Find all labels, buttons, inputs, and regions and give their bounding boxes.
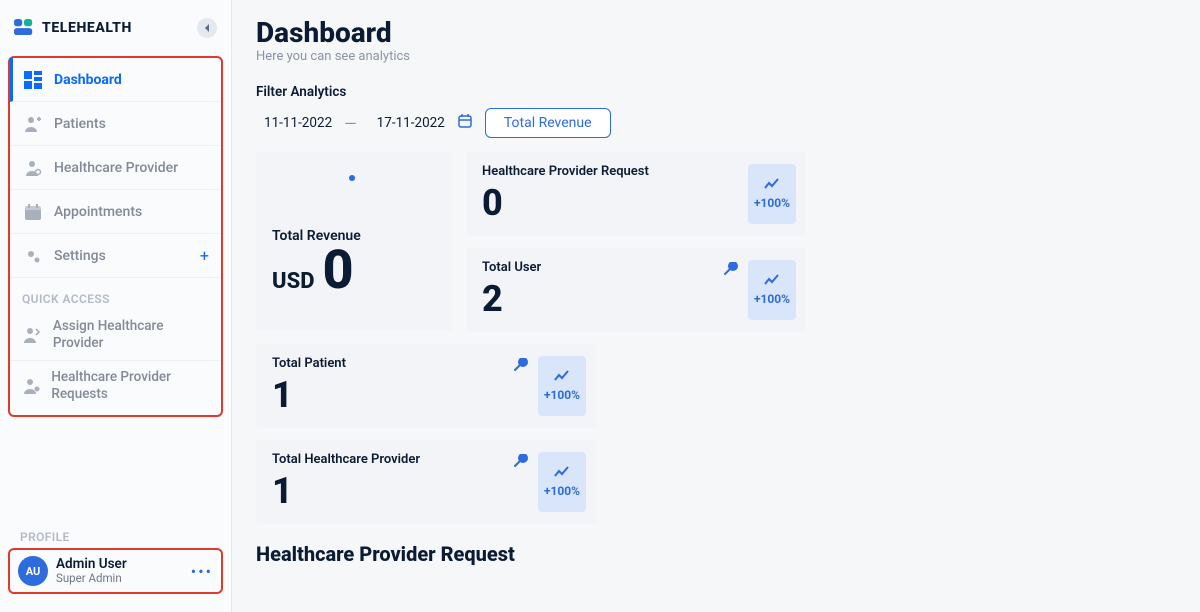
sidebar-item-appointments[interactable]: Appointments xyxy=(10,190,221,234)
brand-logo-icon xyxy=(14,19,34,37)
stat-percent: +100% xyxy=(754,196,790,210)
card-value: 1 xyxy=(272,377,580,413)
card-title: Total User xyxy=(482,260,790,275)
sidebar-collapse-button[interactable] xyxy=(197,18,217,38)
card-value: 1 xyxy=(272,473,580,509)
card-provider-request: Healthcare Provider Request 0 +100% xyxy=(466,152,806,236)
nav-group-highlight: Dashboard Patients Healthcare Provider A… xyxy=(8,56,223,417)
more-icon[interactable]: ••• xyxy=(191,562,213,581)
sidebar-item-label: Appointments xyxy=(54,204,142,220)
sidebar: TELEHEALTH Dashboard Patients Healthcare… xyxy=(0,0,232,612)
sidebar-item-dashboard[interactable]: Dashboard xyxy=(10,58,221,102)
stat-badge: +100% xyxy=(748,164,796,224)
profile-header: PROFILE xyxy=(8,526,223,548)
sparkline-icon xyxy=(472,358,532,378)
sparkline-icon xyxy=(472,454,532,474)
plus-icon[interactable]: + xyxy=(200,246,209,265)
quick-item-label: Assign Healthcare Provider xyxy=(53,318,209,352)
assign-icon xyxy=(22,326,43,344)
stat-percent: +100% xyxy=(544,388,580,402)
stat-percent: +100% xyxy=(754,292,790,306)
sidebar-item-healthcare-provider[interactable]: Healthcare Provider xyxy=(10,146,221,190)
date-to[interactable]: 17-11-2022 xyxy=(369,115,445,131)
trend-up-icon xyxy=(764,178,780,190)
calendar-icon xyxy=(22,203,44,221)
quick-item-label: Healthcare Provider Requests xyxy=(51,369,209,403)
sidebar-item-label: Healthcare Provider xyxy=(54,160,178,176)
calendar-picker-icon[interactable] xyxy=(457,113,473,133)
brand-name: TELEHEALTH xyxy=(42,20,132,36)
card-value: 0 xyxy=(323,244,354,298)
gears-icon xyxy=(22,247,44,265)
total-revenue-button[interactable]: Total Revenue xyxy=(485,108,611,138)
profile-role: Super Admin xyxy=(56,572,127,585)
card-title: Total Patient xyxy=(272,356,580,371)
profile-section: PROFILE AU Admin User Super Admin ••• xyxy=(0,520,231,604)
sidebar-item-label: Settings xyxy=(54,248,106,264)
sparkline-icon xyxy=(682,166,742,185)
sidebar-item-label: Patients xyxy=(54,116,106,132)
card-value: 0 xyxy=(482,185,790,221)
stat-badge: +100% xyxy=(748,260,796,320)
trend-up-icon xyxy=(554,370,570,382)
main-content: Dashboard Here you can see analytics Fil… xyxy=(232,0,1200,612)
trend-up-icon xyxy=(554,466,570,478)
card-total-provider: Total Healthcare Provider 1 +100% xyxy=(256,440,596,524)
quick-item-assign-provider[interactable]: Assign Healthcare Provider xyxy=(10,310,221,361)
date-from[interactable]: 11-11-2022 xyxy=(256,115,332,131)
stat-percent: +100% xyxy=(544,484,580,498)
profile-card[interactable]: AU Admin User Super Admin ••• xyxy=(8,548,223,594)
trend-up-icon xyxy=(764,274,780,286)
sparkline-icon xyxy=(348,170,438,189)
sidebar-item-patients[interactable]: Patients xyxy=(10,102,221,146)
sidebar-item-label: Dashboard xyxy=(54,72,122,88)
stat-badge: +100% xyxy=(538,356,586,416)
sparkline-icon xyxy=(682,262,742,282)
provider-icon xyxy=(22,159,44,177)
filter-label: Filter Analytics xyxy=(256,84,1176,100)
card-total-revenue: Total Revenue USD 0 xyxy=(256,152,452,330)
currency-code: USD xyxy=(272,271,315,293)
page-title: Dashboard xyxy=(256,16,1176,49)
sidebar-item-settings[interactable]: Settings + xyxy=(10,234,221,278)
avatar: AU xyxy=(18,556,48,586)
card-total-patient: Total Patient 1 +100% xyxy=(256,344,596,428)
stat-badge: +100% xyxy=(538,452,586,512)
requests-icon xyxy=(22,377,41,395)
card-title: Healthcare Provider Request xyxy=(482,164,790,179)
profile-name: Admin User xyxy=(56,557,127,572)
card-value: 2 xyxy=(482,281,790,317)
page-subtitle: Here you can see analytics xyxy=(256,49,1176,64)
quick-item-provider-requests[interactable]: Healthcare Provider Requests xyxy=(10,361,221,411)
section-header: Healthcare Provider Request xyxy=(256,542,1176,566)
card-total-user: Total User 2 +100% xyxy=(466,248,806,332)
patients-icon xyxy=(22,115,44,133)
quick-access-header: QUICK ACCESS xyxy=(10,278,221,310)
card-title: Total Healthcare Provider xyxy=(272,452,580,467)
dashboard-icon xyxy=(22,71,44,89)
date-separator: — xyxy=(344,114,357,133)
